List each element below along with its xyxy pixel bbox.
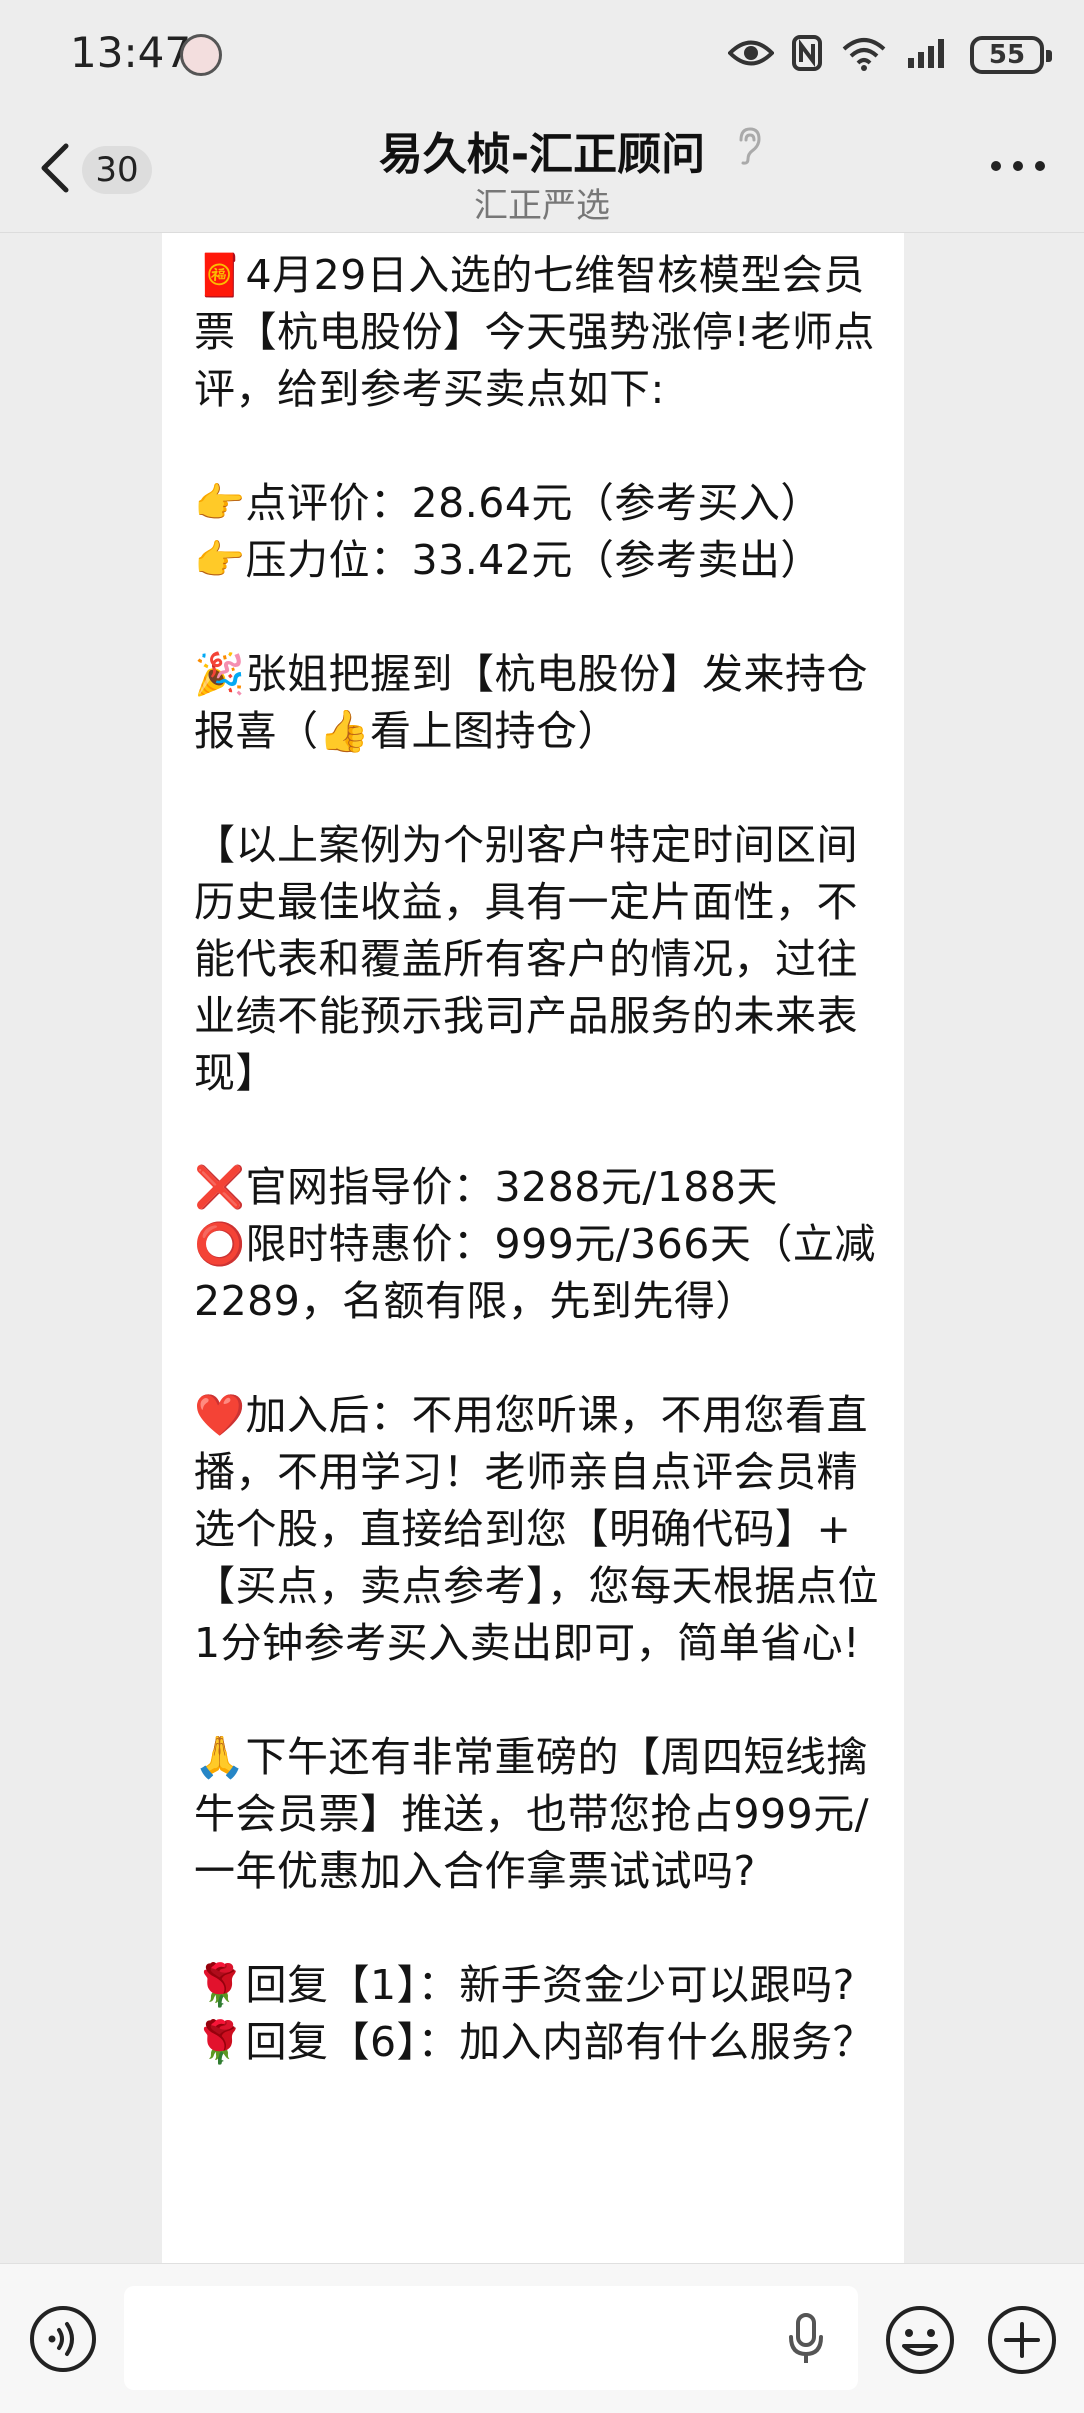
voice-button[interactable] [28, 2304, 98, 2374]
more-dots-icon [991, 161, 1045, 171]
chat-title[interactable]: 易久桢-汇正顾问 [0, 118, 1084, 182]
emoji-icon [886, 2306, 954, 2374]
plus-icon [988, 2306, 1056, 2374]
message-text: 🧧4月29日入选的七维智核模型会员票【杭电股份】今天强势涨停!老师点评，给到参考… [194, 251, 879, 2066]
status-icons: 55 [727, 30, 1052, 80]
add-attachment-button[interactable] [986, 2304, 1058, 2376]
mic-icon[interactable] [786, 2312, 826, 2370]
input-bar [0, 2263, 1084, 2413]
chat-header: 30 易久桢-汇正顾问 汇正严选 [0, 110, 1084, 233]
voice-icon [30, 2306, 96, 2372]
more-options-button[interactable] [988, 156, 1048, 186]
wifi-icon [840, 35, 888, 75]
battery-icon: 55 [970, 36, 1052, 74]
status-time: 13:47 [70, 28, 192, 77]
message-bubble[interactable]: 🧧4月29日入选的七维智核模型会员票【杭电股份】今天强势涨停!老师点评，给到参考… [162, 233, 904, 2263]
status-bar: 13:47 55 [0, 0, 1084, 110]
eye-icon [727, 38, 775, 72]
nfc-icon [792, 35, 822, 75]
message-input[interactable] [124, 2286, 858, 2390]
emoji-button[interactable] [884, 2304, 956, 2376]
chat-title-text: 易久桢-汇正顾问 [378, 129, 706, 180]
chat-subtitle: 汇正严选 [474, 186, 610, 226]
signal-icon [906, 36, 952, 74]
ear-icon [733, 126, 763, 177]
message-list[interactable]: 🧧4月29日入选的七维智核模型会员票【杭电股份】今天强势涨停!老师点评，给到参考… [0, 233, 1084, 2263]
status-avatar-icon [180, 34, 222, 76]
